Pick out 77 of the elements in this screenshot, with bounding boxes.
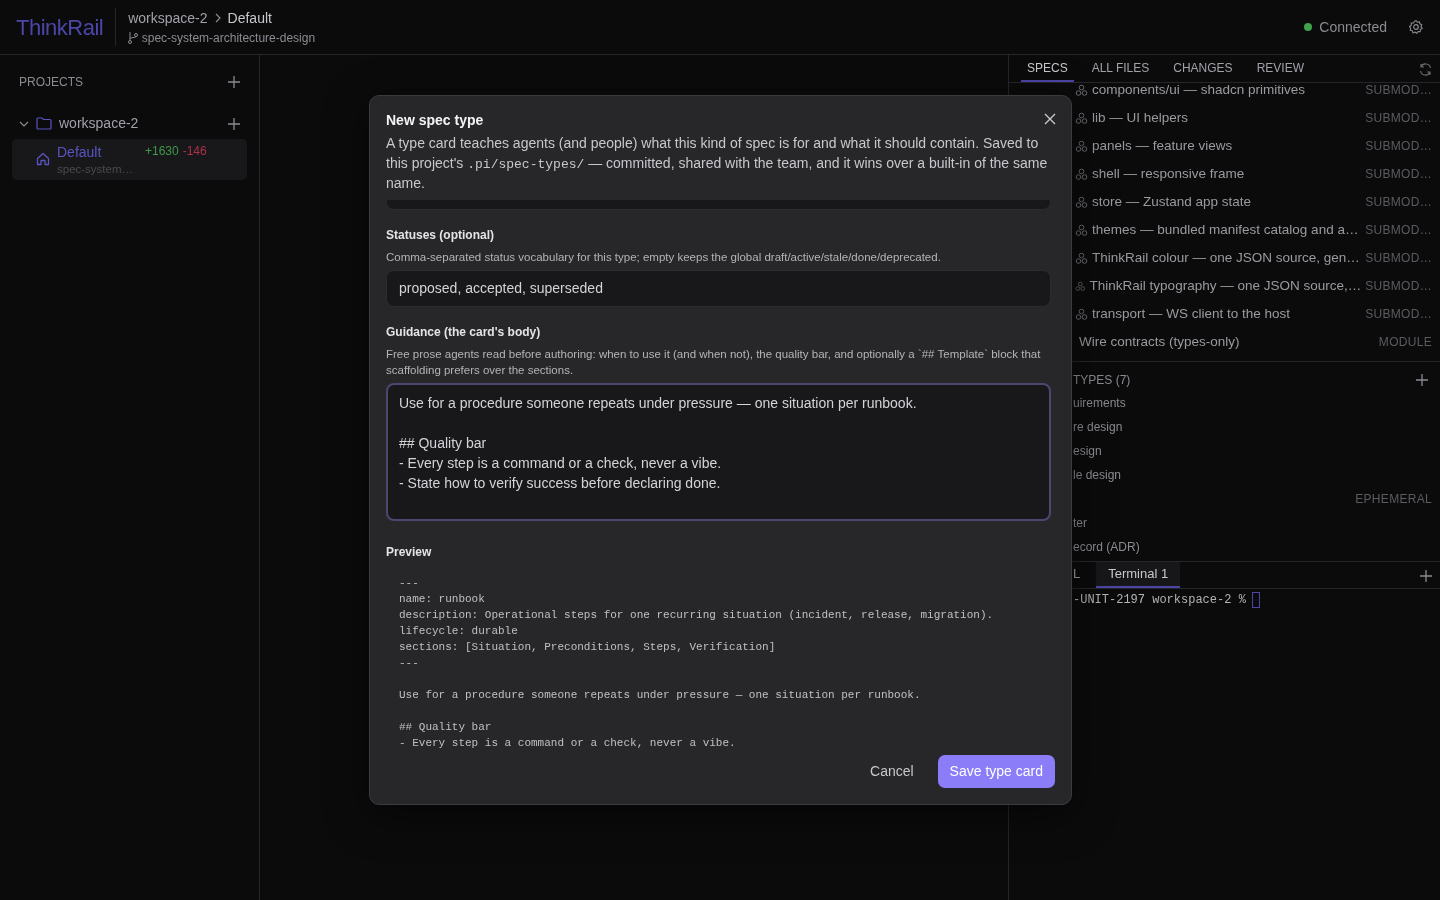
- input-field[interactable]: proposed, accepted, superseded: [386, 269, 1051, 307]
- type-item[interactable]: uirements: [1073, 394, 1126, 412]
- terminal-tab[interactable]: Terminal 1: [1096, 561, 1181, 588]
- folder-icon: [36, 117, 52, 130]
- removed-count: -146: [182, 143, 207, 160]
- branch-name: spec-system-architecture-design: [141, 29, 316, 47]
- type-item[interactable]: esign: [1073, 442, 1102, 460]
- cluster-icon: [1075, 251, 1088, 265]
- spec-title: store — Zustand app state: [1092, 192, 1252, 211]
- spec-item[interactable]: ThinkRail colour — one JSON source, gen… SUBMOD…: [1009, 244, 1440, 272]
- type-item[interactable]: ter: [1073, 514, 1087, 532]
- cluster-icon: [1075, 111, 1088, 125]
- workspace-name: Default: [57, 143, 103, 162]
- spec-tag: SUBMOD…: [1365, 277, 1432, 295]
- breadcrumb-item[interactable]: workspace-2: [128, 7, 208, 29]
- close-button[interactable]: [1043, 112, 1057, 126]
- preview-label: Preview: [386, 543, 433, 561]
- panel-tab[interactable]: SPECS: [1021, 58, 1074, 82]
- spec-item[interactable]: lib — UI helpers SUBMOD…: [1009, 104, 1440, 132]
- add-icon[interactable]: [228, 76, 240, 88]
- field-help: Comma-separated status vocabulary for this type; empty keeps the global draft/active/stale/done/deprecated.: [386, 249, 942, 265]
- spec-tag: SUBMOD…: [1365, 249, 1432, 267]
- spec-tag: SUBMOD…: [1365, 137, 1432, 155]
- add-icon[interactable]: [1420, 570, 1432, 582]
- spec-title: themes — bundled manifest catalog and a…: [1092, 220, 1359, 239]
- terminal-prompt: -UNIT-2197 workspace-2 %: [1073, 592, 1246, 609]
- cluster-icon: [1075, 279, 1086, 293]
- spec-title: shell — responsive frame: [1092, 164, 1245, 183]
- spec-title: components/ui — shadcn primitives: [1092, 80, 1306, 99]
- breadcrumb-item[interactable]: Default: [227, 7, 272, 29]
- spec-tag: MODULE: [1378, 333, 1432, 351]
- type-item[interactable]: le design: [1073, 466, 1122, 484]
- type-item[interactable]: ecord (ADR): [1073, 538, 1140, 556]
- cluster-icon: [1075, 83, 1088, 97]
- field-label: Guidance (the card's body): [386, 323, 542, 341]
- spec-title: ThinkRail colour — one JSON source, gen…: [1092, 248, 1360, 267]
- cluster-icon: [1075, 195, 1088, 209]
- refresh-icon[interactable]: [1419, 63, 1432, 76]
- cluster-icon: [1075, 307, 1088, 321]
- spec-item[interactable]: themes — bundled manifest catalog and a… SUBMOD…: [1009, 216, 1440, 244]
- close-icon: [1044, 113, 1056, 125]
- spec-title: Wire contracts (types-only): [1079, 332, 1240, 351]
- add-icon[interactable]: [1416, 374, 1428, 386]
- text-area[interactable]: Use for a procedure someone repeats under pressure — one situation per runbook. ## Quality bar - Every step is a command or a check, never a vibe. - State how to verify success before declaring done.: [386, 382, 1051, 521]
- dialog-title: New spec type: [386, 111, 484, 130]
- add-icon[interactable]: [228, 117, 240, 130]
- field-label: Statuses (optional): [386, 226, 495, 244]
- spec-title: lib — UI helpers: [1092, 108, 1189, 127]
- chevron-right-icon: [214, 13, 221, 23]
- added-count: +1630: [145, 143, 179, 160]
- spec-tag: SUBMOD…: [1365, 81, 1432, 99]
- field-help: Free prose agents read before authoring: when to use it (and when not), the quality bar, and optionally a `## Template` block that scaffolding prefers over the sections.: [386, 346, 1042, 378]
- cluster-icon: [1075, 223, 1088, 237]
- spec-title: panels — feature views: [1092, 136, 1233, 155]
- terminal-tab[interactable]: L: [1073, 561, 1093, 588]
- spec-tag: SUBMOD…: [1365, 165, 1432, 183]
- spec-tag: SUBMOD…: [1365, 109, 1432, 127]
- branch-icon: [128, 31, 139, 44]
- spec-tag: SUBMOD…: [1365, 193, 1432, 211]
- type-tag: EPHEMERAL: [1355, 490, 1432, 508]
- terminal-cursor: [1251, 592, 1260, 608]
- home-icon: [36, 152, 50, 166]
- cluster-icon: [1075, 167, 1088, 181]
- section-title: TYPES (7): [1073, 372, 1131, 389]
- cancel-button[interactable]: Cancel: [858, 755, 926, 788]
- section-title: PROJECTS: [19, 74, 83, 91]
- preview-text: --- name: runbook description: Operational steps for one recurring situation (incident, release, migration). lifecycle: durable sections: [Situation, Preconditions, Steps, Verification] --- Use for a procedure someone repeats under pressure — one situation per runbook. ## Quality bar - Every step is a command or a check, never a vibe.: [398, 575, 995, 749]
- settings-icon[interactable]: [1408, 19, 1424, 35]
- spec-title: transport — WS client to the host: [1092, 304, 1291, 323]
- spec-title: ThinkRail typography — one JSON source,…: [1089, 276, 1362, 295]
- spec-tag: SUBMOD…: [1365, 305, 1432, 323]
- project-name[interactable]: workspace-2: [59, 113, 139, 134]
- cluster-icon: [1075, 139, 1088, 153]
- logo-text: ThinkRail: [16, 13, 104, 42]
- connection-status: Connected: [1319, 17, 1387, 37]
- type-item[interactable]: re design: [1073, 418, 1123, 436]
- spec-tag: SUBMOD…: [1365, 221, 1432, 239]
